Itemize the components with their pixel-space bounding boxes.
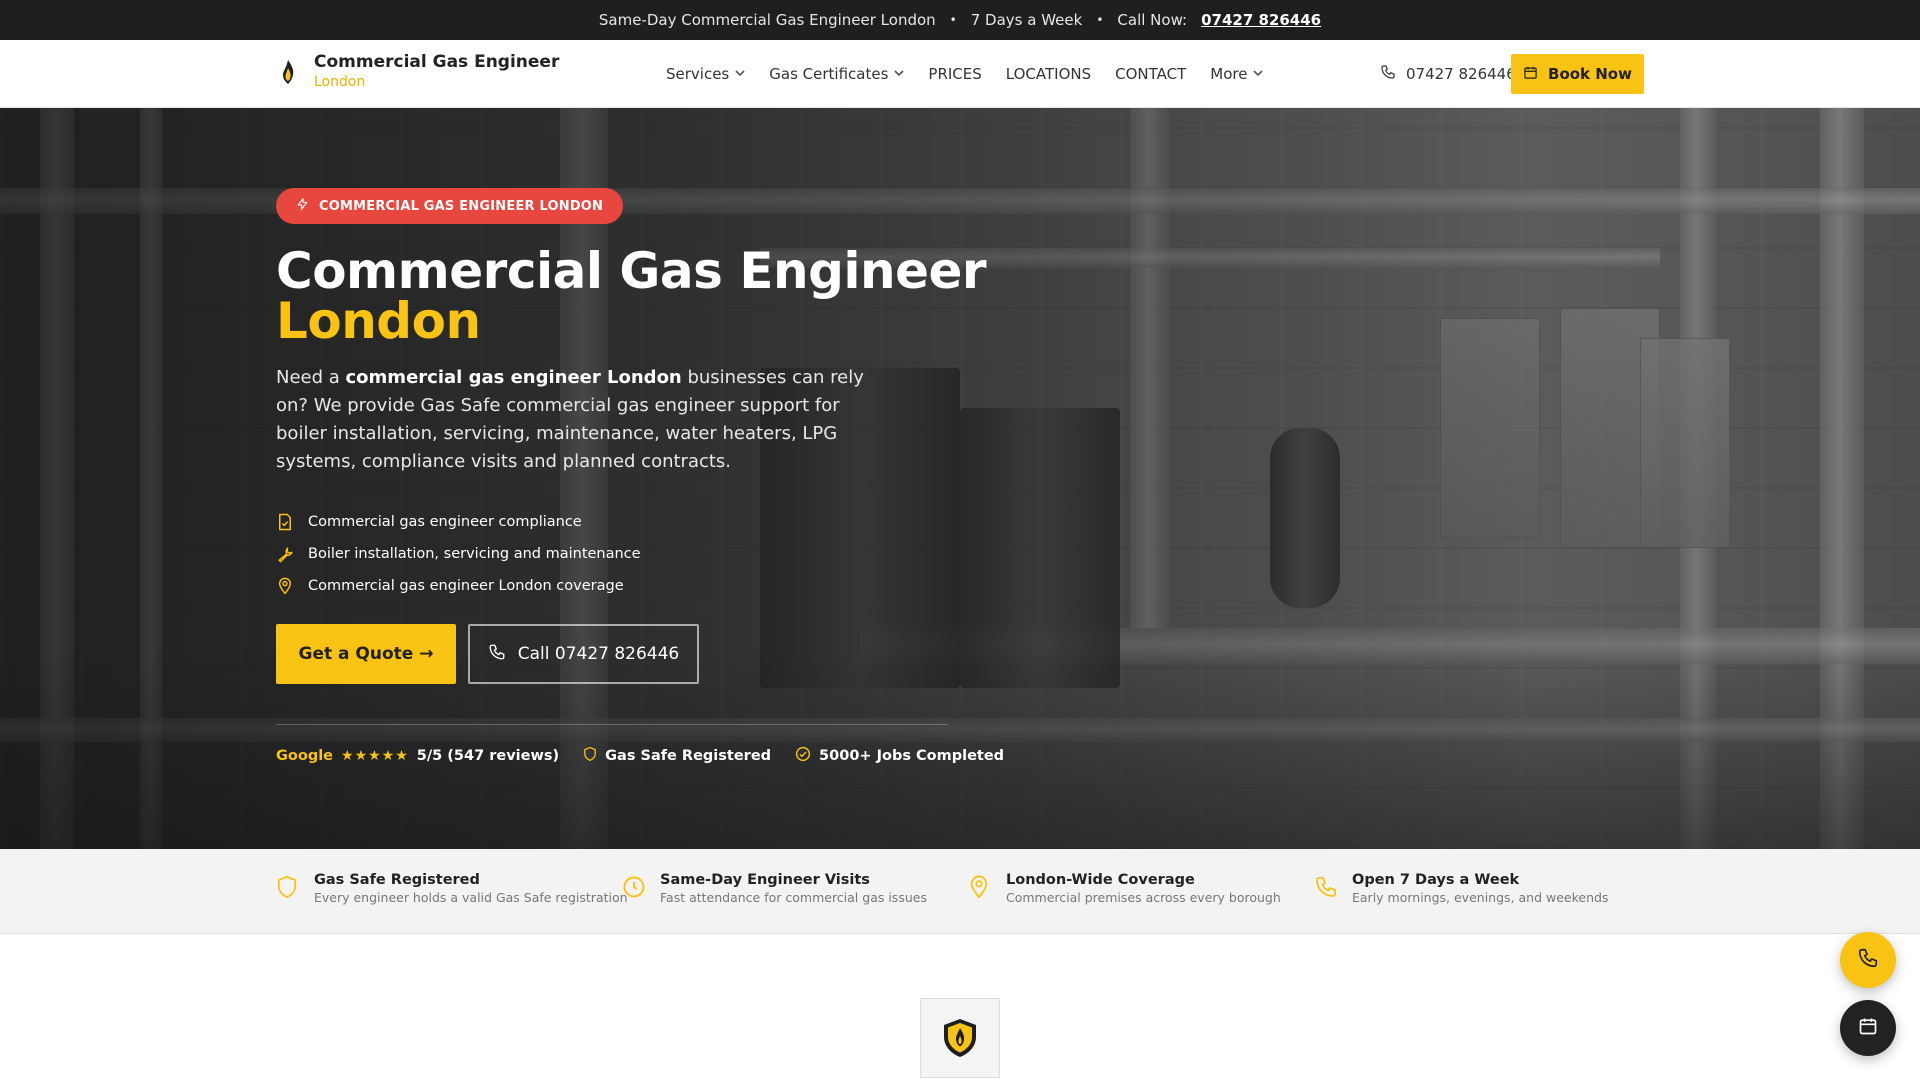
separator-dot: •	[949, 13, 957, 27]
availability-text: 7 Days a Week	[970, 11, 1083, 29]
strip-title: Open 7 Days a Week	[1352, 872, 1520, 888]
strip-item-same-day: Same-Day Engineer Visits Fast attendance…	[622, 871, 927, 907]
hero-feature-item: Commercial gas engineer London coverage	[276, 570, 641, 602]
brand-name: Commercial Gas Engineer	[314, 52, 560, 72]
phone-icon	[1857, 947, 1879, 973]
call-button-label: Call 07427 826446	[517, 644, 680, 664]
nav-item-label: CONTACT	[1115, 65, 1187, 83]
nav-item-label: Gas Certificates	[769, 65, 889, 83]
shield-icon	[583, 746, 597, 766]
jobs-trust: 5000+ Jobs Completed	[795, 746, 1004, 766]
strip-desc: Every engineer holds a valid Gas Safe re…	[314, 890, 628, 905]
gas-safe-text: Gas Safe Registered	[605, 748, 772, 764]
get-quote-button[interactable]: Get a Quote →	[276, 624, 456, 684]
strip-item-gas-safe: Gas Safe Registered Every engineer holds…	[276, 871, 628, 907]
wrench-icon	[276, 545, 294, 563]
phone-icon	[1380, 64, 1396, 84]
announcement-bar: Same-Day Commercial Gas Engineer London …	[0, 0, 1920, 40]
hero-desc-pre: Need a	[276, 367, 346, 388]
book-now-button[interactable]: Book Now	[1511, 54, 1644, 94]
hero-feature-text: Boiler installation, servicing and maint…	[308, 546, 641, 562]
chevron-down-icon	[1253, 69, 1264, 80]
hero-badge-label: COMMERCIAL GAS ENGINEER LONDON	[319, 198, 604, 214]
hero-description: Need a commercial gas engineer London bu…	[276, 364, 876, 476]
nav-item-services[interactable]: Services	[666, 65, 745, 83]
nav-item-gas-certificates[interactable]: Gas Certificates	[769, 65, 904, 83]
nav-item-label: More	[1210, 65, 1248, 83]
features-strip: Gas Safe Registered Every engineer holds…	[0, 849, 1920, 934]
phone-icon	[1314, 875, 1338, 899]
google-label: Google	[276, 748, 334, 764]
nav-item-label: Services	[666, 65, 730, 83]
main-navbar: Commercial Gas Engineer London Services …	[0, 40, 1920, 108]
nav-item-contact[interactable]: CONTACT	[1115, 65, 1186, 83]
hero-feature-list: Commercial gas engineer compliance Boile…	[276, 506, 641, 602]
hero-feature-text: Commercial gas engineer compliance	[308, 514, 582, 530]
rating-text: 5/5 (547 reviews)	[416, 748, 560, 764]
lightning-icon	[296, 197, 309, 215]
strip-desc: Fast attendance for commercial gas issue…	[660, 890, 927, 905]
floating-call-button[interactable]	[1840, 932, 1896, 988]
clock-icon	[622, 875, 646, 899]
brand-logo-link[interactable]: Commercial Gas Engineer London	[276, 52, 559, 92]
hero-section: COMMERCIAL GAS ENGINEER LONDON Commercia…	[0, 108, 1920, 849]
call-now-label: Call Now:	[1117, 11, 1188, 29]
chevron-down-icon	[735, 69, 745, 80]
strip-item-coverage: London-Wide Coverage Commercial premises…	[968, 871, 1281, 907]
hero-feature-item: Commercial gas engineer compliance	[276, 506, 641, 538]
hero-feature-text: Commercial gas engineer London coverage	[308, 578, 624, 594]
google-rating: Google ★★★★★ 5/5 (547 reviews)	[276, 748, 559, 764]
hero-divider	[276, 724, 948, 725]
shield-icon	[276, 875, 300, 899]
calendar-icon	[1858, 1016, 1878, 1040]
strip-title: Gas Safe Registered	[314, 872, 480, 888]
calendar-icon	[1523, 65, 1538, 84]
strip-item-open-7-days: Open 7 Days a Week Early mornings, eveni…	[1314, 871, 1608, 907]
strip-desc: Commercial premises across every borough	[1006, 890, 1281, 905]
check-circle-icon	[795, 746, 811, 766]
nav-item-prices[interactable]: PRICES	[928, 65, 981, 83]
hero-desc-bold: commercial gas engineer London	[345, 367, 682, 388]
hero-title-line2: London	[276, 292, 481, 350]
nav-menu: Services Gas Certificates PRICES LOCATIO…	[666, 40, 1264, 108]
separator-dot: •	[1096, 13, 1104, 27]
brand-city: London	[314, 74, 366, 90]
nav-item-locations[interactable]: LOCATIONS	[1006, 65, 1091, 83]
nav-item-label: PRICES	[928, 65, 982, 83]
floating-booking-button[interactable]	[1840, 1000, 1896, 1056]
nav-item-label: LOCATIONS	[1005, 65, 1092, 83]
map-pin-icon	[276, 577, 294, 595]
hero-feature-item: Boiler installation, servicing and maint…	[276, 538, 641, 570]
hero-title: Commercial Gas Engineer London	[276, 246, 987, 350]
strip-title: London-Wide Coverage	[1006, 872, 1195, 888]
jobs-text: 5000+ Jobs Completed	[819, 748, 1005, 764]
document-check-icon	[276, 513, 294, 531]
gas-safe-trust: Gas Safe Registered	[583, 746, 771, 766]
call-phone-button[interactable]: Call 07427 826446	[468, 624, 699, 684]
nav-phone-link[interactable]: 07427 826446	[1380, 40, 1516, 108]
topbar-phone-link[interactable]: 07427 826446	[1201, 11, 1321, 29]
gas-safe-shield-logo	[920, 998, 1000, 1078]
rating-stars: ★★★★★	[341, 748, 409, 764]
trust-row: Google ★★★★★ 5/5 (547 reviews) Gas Safe …	[276, 746, 1004, 766]
phone-icon	[488, 643, 506, 666]
strip-desc: Early mornings, evenings, and weekends	[1352, 890, 1609, 905]
nav-item-more[interactable]: More	[1210, 65, 1264, 83]
strip-title: Same-Day Engineer Visits	[660, 872, 870, 888]
book-now-label: Book Now	[1548, 65, 1632, 83]
announcement-text: Same-Day Commercial Gas Engineer London	[598, 11, 936, 29]
map-pin-icon	[968, 875, 992, 899]
hero-badge: COMMERCIAL GAS ENGINEER LONDON	[276, 188, 624, 224]
flame-icon	[276, 57, 300, 87]
nav-phone-number: 07427 826446	[1406, 65, 1516, 83]
chevron-down-icon	[894, 69, 904, 80]
